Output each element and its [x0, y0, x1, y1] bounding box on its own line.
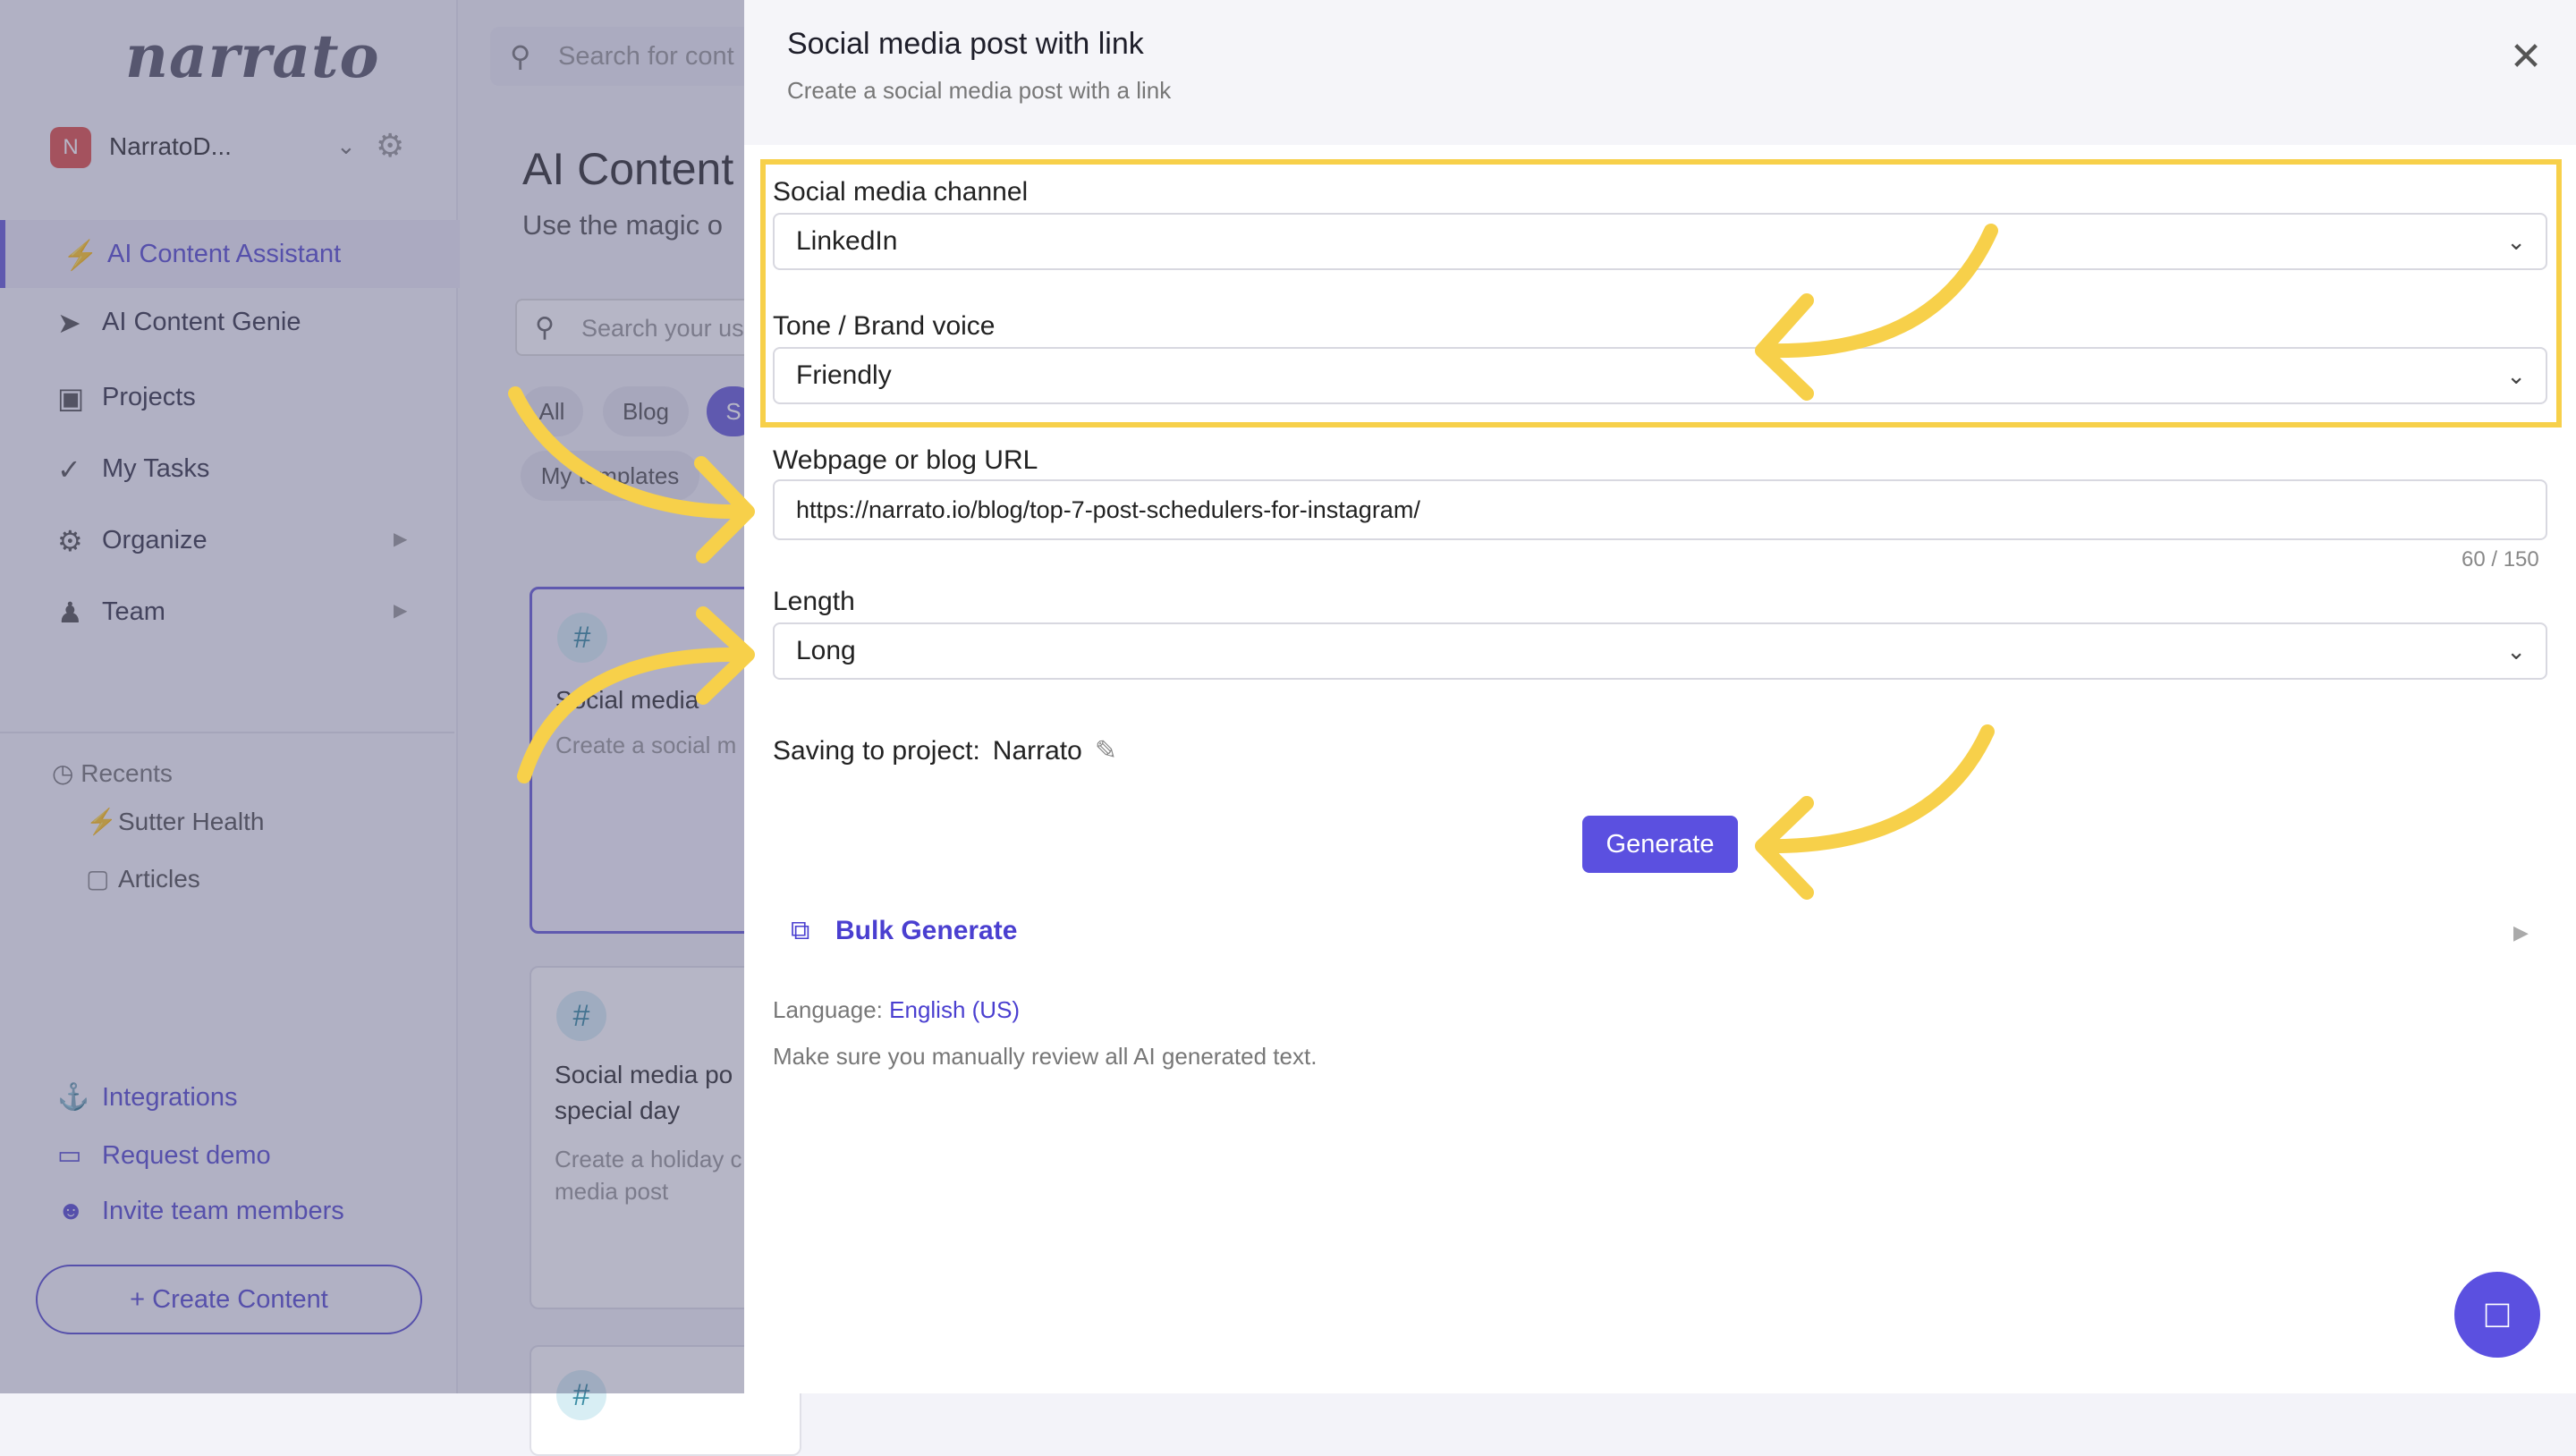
arrow-to-url [508, 386, 751, 520]
annotation-arrows [508, 224, 1998, 900]
arrow-to-tone [1758, 224, 1998, 359]
arrow-to-generate [1758, 724, 1995, 854]
arrow-to-length [517, 647, 751, 783]
